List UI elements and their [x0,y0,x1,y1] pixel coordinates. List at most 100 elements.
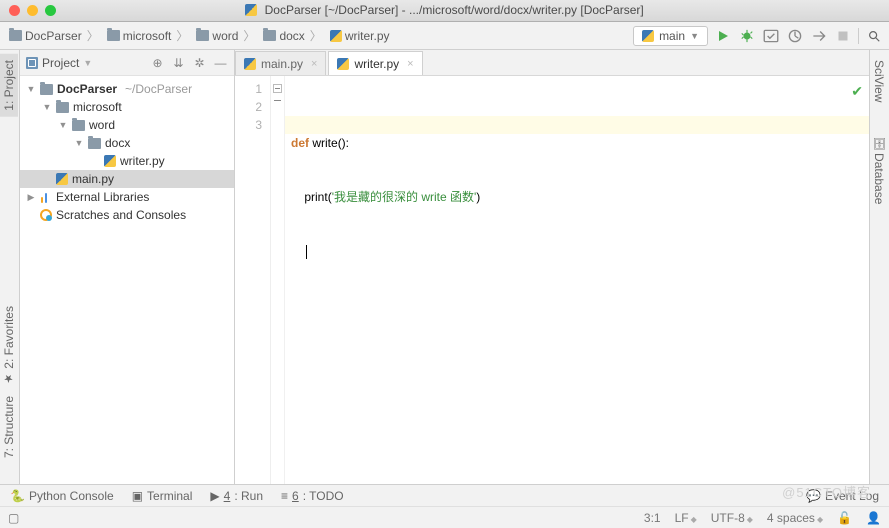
fold-marker-icon[interactable] [273,84,282,93]
project-panel-title[interactable]: Project ▼ [26,56,92,70]
tree-arrow-icon[interactable]: ▶ [26,192,36,203]
quick-panel-icon[interactable]: ▢ [8,511,19,525]
tree-label: Scratches and Consoles [56,208,186,222]
locate-icon[interactable]: ⊕ [150,56,165,70]
fold-gutter [271,76,285,484]
bottom-toolbar: 🐍 Python Console ▣ Terminal ▶ 4: Run ≡ 6… [0,484,889,506]
tree-label: main.py [72,172,114,186]
navigation-bar: DocParser〉 microsoft〉 word〉 docx〉 writer… [0,22,889,50]
library-icon [40,191,52,203]
stop-button[interactable] [834,27,852,45]
file-encoding[interactable]: UTF-8◆ [711,511,753,525]
text-caret [306,245,307,259]
tree-node[interactable]: writer.py [20,152,234,170]
breadcrumb-item[interactable]: word〉 [193,25,258,46]
tool-tab-favorites[interactable]: ★ 2: Favorites [0,300,18,391]
tree-label: docx [105,136,130,150]
tree-node[interactable]: ▼ docx [20,134,234,152]
python-file-icon [56,173,68,185]
tree-node[interactable]: ▼ microsoft [20,98,234,116]
folder-icon [9,30,22,41]
tree-node[interactable]: ▶ External Libraries [20,188,234,206]
scratches-icon [40,209,52,221]
tree-node[interactable]: ▼word [20,116,234,134]
play-icon [719,31,728,41]
search-button[interactable] [865,27,883,45]
code-editor[interactable]: 123 def write(): print('我是藏的很深的 write 函数… [235,76,869,484]
debug-button[interactable] [738,27,756,45]
editor-tab[interactable]: main.py× [235,51,326,75]
editor-tab-active[interactable]: writer.py× [328,51,422,75]
close-tab-icon[interactable]: × [407,58,413,70]
file-icon [245,4,257,16]
inspector-icon[interactable]: 👤 [866,511,881,525]
python-console-button[interactable]: 🐍 Python Console [10,489,114,503]
right-tool-strip: SciView 🗄 Database [869,50,889,484]
event-log-button[interactable]: 💬 Event Log [806,489,879,503]
folder-icon [56,102,69,113]
profile-button[interactable] [786,27,804,45]
tree-node[interactable]: Scratches and Consoles [20,206,234,224]
readonly-lock-icon[interactable]: 🔓 [837,511,852,525]
close-tab-icon[interactable]: × [311,58,317,70]
editor-tabs: main.py× writer.py× [235,50,869,76]
folder-icon [88,138,101,149]
tree-label: writer.py [120,154,165,168]
breadcrumb-item[interactable]: writer.py [327,27,393,45]
attach-button[interactable] [810,27,828,45]
hide-icon[interactable]: — [213,56,228,70]
breadcrumbs: DocParser〉 microsoft〉 word〉 docx〉 writer… [6,25,633,46]
tree-arrow-icon[interactable]: ▼ [74,138,84,148]
run-toolwindow-button[interactable]: ▶ 4: Run [210,489,263,503]
status-bar: ▢ 3:1 LF◆ UTF-8◆ 4 spaces◆ 🔓 👤 [0,506,889,528]
main-area: 1: Project ★ 2: Favorites 7: Structure P… [0,50,889,484]
caret-position[interactable]: 3:1 [644,511,661,525]
toolbar-right: main ▼ [633,26,883,46]
tree-label: microsoft [73,100,122,114]
run-config-selector[interactable]: main ▼ [633,26,708,46]
line-separator[interactable]: LF◆ [675,511,697,525]
breadcrumb-item[interactable]: microsoft〉 [104,25,192,46]
chevron-down-icon: ▼ [690,31,699,41]
python-file-icon [330,30,342,42]
window-title: DocParser [~/DocParser] - .../microsoft/… [0,3,889,19]
python-file-icon [642,30,654,42]
project-tree[interactable]: ▼DocParser~/DocParser▼microsoft▼word▼doc… [20,76,234,484]
breadcrumb-item[interactable]: docx〉 [260,25,324,46]
project-panel-header: Project ▼ ⊕ ⇊ ✲ — [20,50,234,76]
todo-button[interactable]: ≡ 6: TODO [281,489,344,503]
breadcrumb-item[interactable]: DocParser〉 [6,25,102,46]
tree-node[interactable]: ▼DocParser~/DocParser [20,80,234,98]
project-sidebar: Project ▼ ⊕ ⇊ ✲ — ▼DocParser~/DocParser▼… [20,50,235,484]
folder-icon [72,120,85,131]
tree-path: ~/DocParser [125,82,192,96]
tool-tab-structure[interactable]: 7: Structure [0,390,18,464]
python-file-icon [244,58,256,70]
tool-tab-database[interactable]: 🗄 Database [870,130,888,210]
run-coverage-button[interactable] [762,27,780,45]
collapse-icon[interactable]: ⇊ [171,56,186,70]
tool-tab-sciview[interactable]: SciView [870,54,888,108]
folder-icon [263,30,276,41]
terminal-button[interactable]: ▣ Terminal [132,489,193,503]
folder-icon [40,84,53,95]
titlebar: DocParser [~/DocParser] - .../microsoft/… [0,0,889,22]
folder-icon [107,30,120,41]
indent-config[interactable]: 4 spaces◆ [767,511,823,525]
tree-label: External Libraries [56,190,149,204]
run-button[interactable] [714,27,732,45]
editor-area: main.py× writer.py× 123 def write(): pri… [235,50,869,484]
left-tool-strip: 1: Project ★ 2: Favorites 7: Structure [0,50,20,484]
tree-arrow-icon[interactable]: ▼ [42,102,52,112]
code-content[interactable]: def write(): print('我是藏的很深的 write 函数') ✔ [285,76,869,484]
tree-node[interactable]: main.py [20,170,234,188]
line-numbers: 123 [235,76,271,484]
tree-arrow-icon[interactable]: ▼ [58,120,68,130]
settings-icon[interactable]: ✲ [192,56,207,70]
folder-icon [196,30,209,41]
tool-tab-project[interactable]: 1: Project [0,54,18,117]
project-icon [26,57,38,69]
fold-marker-icon[interactable] [273,97,282,106]
tree-arrow-icon[interactable]: ▼ [26,84,36,94]
python-file-icon [337,58,349,70]
